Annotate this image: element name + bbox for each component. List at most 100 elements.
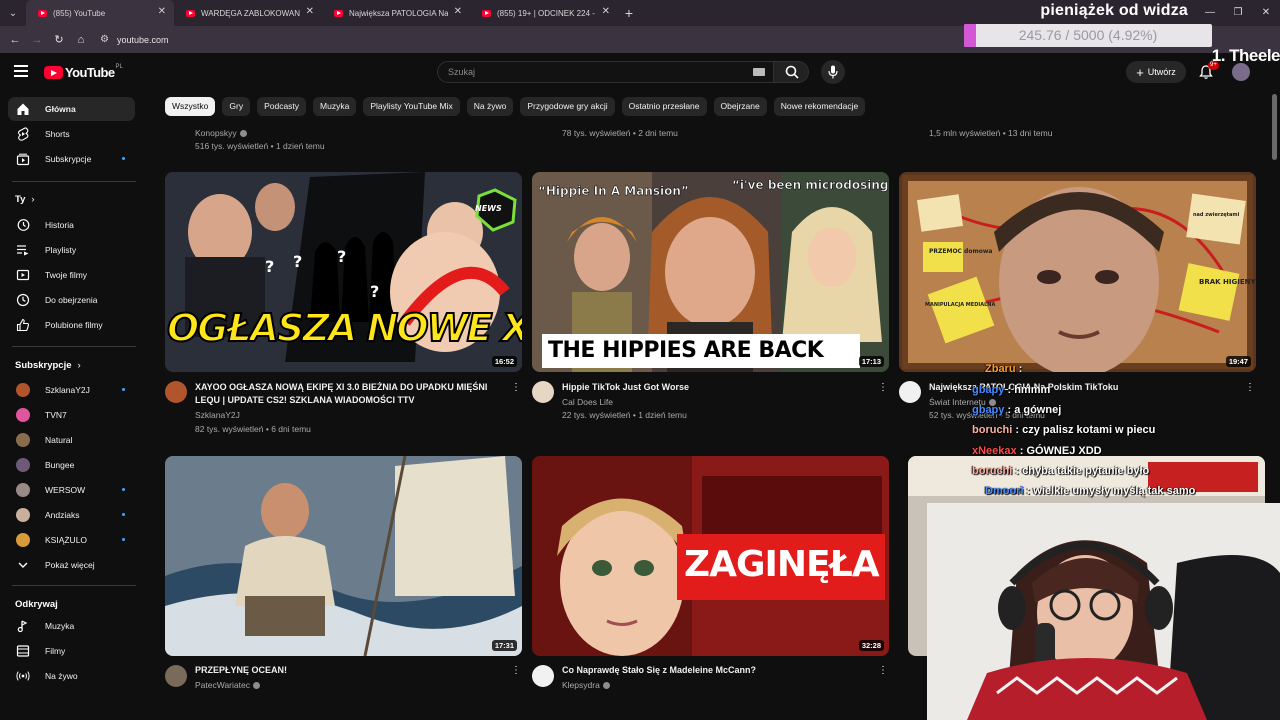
close-tab-icon[interactable]: ✕ [602,7,610,17]
sidebar-item-home[interactable]: Główna [8,97,135,121]
home-page-icon[interactable]: ⌂ [70,26,92,53]
voice-search-button[interactable] [821,60,845,84]
video-duration: 17:31 [491,640,517,651]
browser-tab[interactable]: (855) 19+ | ODCINEK 224 - You... ✕ [470,0,618,26]
chip[interactable]: Muzyka [313,97,357,116]
chat-user: xNeekax [972,445,1017,457]
sidebar-item-subscriptions[interactable]: Subskrypcje [8,147,135,171]
thumbnail-quote: “i've been microdosing” [732,178,889,193]
sidebar-explore-header: Odkrywaj [15,599,58,610]
more-options-icon[interactable]: ⋮ [511,665,521,677]
more-options-icon[interactable]: ⋮ [878,665,888,677]
channel-avatar[interactable] [165,665,187,687]
sidebar-channel[interactable]: Bungee [8,453,135,477]
sidebar-channel[interactable]: SzklanaY2J [8,378,135,402]
close-tab-icon[interactable]: ✕ [454,7,462,17]
sidebar-channel[interactable]: KSIĄŻULO [8,528,135,552]
chip[interactable]: Gry [222,97,251,116]
sidebar-item-your-videos[interactable]: Twoje filmy [8,263,135,287]
sidebar-item-films[interactable]: Filmy [8,639,135,663]
sidebar-item-watch-later[interactable]: Do obejrzenia [8,288,135,312]
video-thumbnail[interactable]: ? ? ? ? OGŁASZA NOWE XI! NEWS 16:52 [165,172,522,372]
chip[interactable]: Ostatnio przesłane [621,97,707,116]
video-thumbnail[interactable]: 17:31 [165,456,522,656]
browser-tab[interactable]: Największa PATOLOGIA Na Pols... ✕ [322,0,470,26]
keyboard-icon[interactable] [753,68,765,76]
channel-avatar[interactable] [899,381,921,403]
sidebar-item-playlists[interactable]: Playlisty [8,238,135,262]
url-field[interactable]: ⚙ youtube.com [100,34,169,45]
video-thumbnail[interactable]: BRAK HIGIENY PRZEMOC domowa MANIPULACJA … [899,172,1256,372]
maximize-icon[interactable]: ❐ [1224,0,1252,26]
chip[interactable]: Na żywo [466,97,514,116]
video-channel-name[interactable]: SzklanaY2J [195,410,240,420]
video-thumbnail[interactable]: ZAGINĘŁA 32:28 [532,456,889,656]
video-channel-name[interactable]: Cal Does Life [562,397,613,407]
sidebar-item-shorts[interactable]: Shorts [8,122,135,146]
video-thumbnail[interactable]: “Hippie In A Mansion” “i've been microdo… [532,172,889,372]
chip[interactable]: Playlisty YouTube Mix [363,97,460,116]
channel-avatar[interactable] [165,381,187,403]
sidebar-channel[interactable]: Natural [8,428,135,452]
chip-all[interactable]: Wszystko [165,97,216,116]
video-title[interactable]: PRZEPŁYNĘ OCEAN! [195,664,505,677]
browser-tab[interactable]: (855) YouTube ✕ [26,0,174,26]
video-title[interactable]: Co Naprawdę Stało Się z Madeleine McCann… [562,664,862,677]
sidebar-channel[interactable]: Andziaks [8,503,135,527]
channel-avatar[interactable] [532,381,554,403]
video-title[interactable]: Hippie TikTok Just Got Worse [562,381,862,394]
new-tab-button[interactable]: + [618,5,640,21]
video-channel-name[interactable]: Konopskyy [195,128,247,138]
forward-icon[interactable]: → [26,26,48,53]
more-options-icon[interactable]: ⋮ [511,382,521,394]
channel-avatar [16,483,30,497]
video-title[interactable]: XAYOO OGŁASZA NOWĄ EKIPĘ XI 3.0 BIEŻNIA … [195,381,505,407]
chat-message: xNeekax : GÓWNEJ XDD [972,445,1102,457]
sidebar-item-live[interactable]: Na żywo [8,664,135,688]
page-scrollbar[interactable] [1272,94,1277,160]
chat-message: boruchi : czy palisz kotami w piecu [972,424,1155,436]
close-tab-icon[interactable]: ✕ [158,7,166,17]
thumbnail-caption: ZAGINĘŁA [684,544,880,585]
search-input[interactable]: Szukaj [437,61,774,83]
svg-text:?: ? [293,252,302,271]
history-icon [16,218,30,232]
sidebar-you-header[interactable]: Ty › [15,194,35,205]
more-options-icon[interactable]: ⋮ [878,382,888,394]
sidebar-item-music[interactable]: Muzyka [8,614,135,638]
close-tab-icon[interactable]: ✕ [306,7,314,17]
search-button[interactable] [773,61,809,83]
youtube-masthead: YouTube PL Szukaj + Utwórz 9+ [0,53,1280,91]
youtube-logo[interactable]: YouTube PL [44,64,123,80]
chip[interactable]: Obejrzane [713,97,767,116]
plus-icon: + [1136,64,1144,80]
chat-user: gbapy [972,384,1005,396]
more-options-icon[interactable]: ⋮ [1245,382,1255,394]
sidebar-channel[interactable]: WERSOW [8,478,135,502]
sidebar-item-history[interactable]: Historia [8,213,135,237]
chip[interactable]: Nowe rekomendacje [773,97,866,116]
sidebar-item-liked-videos[interactable]: Polubione filmy [8,313,135,337]
chip[interactable]: Przygodowe gry akcji [520,97,615,116]
minimize-icon[interactable]: — [1196,0,1224,26]
sidebar-channel[interactable]: TVN7 [8,403,135,427]
video-channel-name[interactable]: PatecWariatec [195,680,260,690]
browser-tab[interactable]: WARDĘGA ZABLOKOWANY NA... ✕ [174,0,322,26]
back-icon[interactable]: ← [4,26,26,53]
create-button[interactable]: + Utwórz [1126,61,1186,83]
sidebar-show-more[interactable]: Pokaż więcej [8,553,135,577]
chat-user: gbapy [972,404,1005,416]
sidebar-subscriptions-header[interactable]: Subskrypcje › [15,360,81,371]
video-stats: 82 tys. wyświetleń • 6 dni temu [195,424,311,434]
channel-avatar[interactable] [532,665,554,687]
chat-separator: : [1004,384,1015,396]
video-channel-name[interactable]: Klepsydra [562,680,610,690]
chat-separator: : [1015,363,1023,375]
reload-icon[interactable]: ↻ [48,26,70,53]
chip[interactable]: Podcasty [257,97,307,116]
tab-list-button[interactable]: ⌄ [0,0,26,26]
microphone-icon [828,65,838,79]
close-window-icon[interactable]: ✕ [1252,0,1280,26]
site-info-icon[interactable]: ⚙ [100,34,109,45]
menu-icon[interactable] [14,65,28,77]
